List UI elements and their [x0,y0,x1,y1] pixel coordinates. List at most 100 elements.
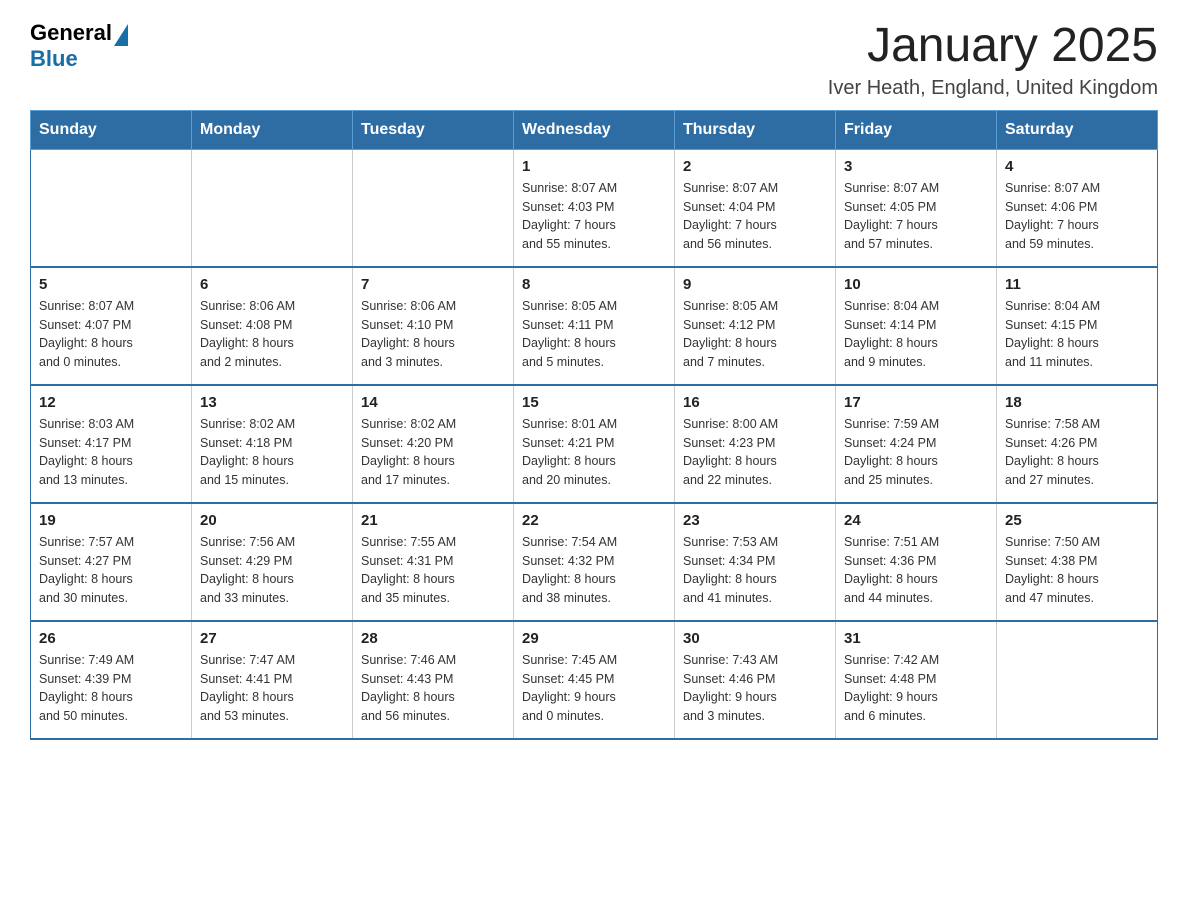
day-number: 15 [522,394,666,411]
day-number: 6 [200,276,344,293]
day-info: Sunrise: 7:57 AMSunset: 4:27 PMDaylight:… [39,533,183,608]
calendar-cell: 14 Sunrise: 8:02 AMSunset: 4:20 PMDayligh… [353,385,514,503]
day-info: Sunrise: 8:06 AMSunset: 4:08 PMDaylight:… [200,297,344,372]
calendar-cell: 6 Sunrise: 8:06 AMSunset: 4:08 PMDaylight… [192,267,353,385]
day-info: Sunrise: 7:59 AMSunset: 4:24 PMDaylight:… [844,415,988,490]
calendar-cell: 13 Sunrise: 8:02 AMSunset: 4:18 PMDayligh… [192,385,353,503]
calendar-table: SundayMondayTuesdayWednesdayThursdayFrid… [30,110,1158,740]
weekday-header-sunday: Sunday [31,110,192,149]
day-number: 7 [361,276,505,293]
day-number: 23 [683,512,827,529]
calendar-week-row: 12 Sunrise: 8:03 AMSunset: 4:17 PMDayligh… [31,385,1158,503]
day-info: Sunrise: 7:51 AMSunset: 4:36 PMDaylight:… [844,533,988,608]
calendar-cell: 4 Sunrise: 8:07 AMSunset: 4:06 PMDaylight… [997,149,1158,267]
day-info: Sunrise: 7:42 AMSunset: 4:48 PMDaylight:… [844,651,988,726]
day-info: Sunrise: 8:07 AMSunset: 4:03 PMDaylight:… [522,179,666,254]
calendar-cell: 3 Sunrise: 8:07 AMSunset: 4:05 PMDaylight… [836,149,997,267]
calendar-cell: 8Sunrise: 8:05 AMSunset: 4:11 PMDaylight… [514,267,675,385]
calendar-cell: 24 Sunrise: 7:51 AMSunset: 4:36 PMDayligh… [836,503,997,621]
calendar-cell: 5 Sunrise: 8:07 AMSunset: 4:07 PMDaylight… [31,267,192,385]
calendar-subtitle: Iver Heath, England, United Kingdom [828,77,1158,100]
day-number: 11 [1005,276,1149,293]
calendar-cell: 21 Sunrise: 7:55 AMSunset: 4:31 PMDayligh… [353,503,514,621]
calendar-cell: 1 Sunrise: 8:07 AMSunset: 4:03 PMDaylight… [514,149,675,267]
day-number: 26 [39,630,183,647]
calendar-cell: 9 Sunrise: 8:05 AMSunset: 4:12 PMDaylight… [675,267,836,385]
day-info: Sunrise: 8:07 AMSunset: 4:05 PMDaylight:… [844,179,988,254]
day-number: 9 [683,276,827,293]
day-number: 27 [200,630,344,647]
day-info: Sunrise: 8:05 AMSunset: 4:11 PMDaylight:… [522,297,666,372]
day-number: 29 [522,630,666,647]
calendar-cell: 7 Sunrise: 8:06 AMSunset: 4:10 PMDaylight… [353,267,514,385]
day-info: Sunrise: 8:01 AMSunset: 4:21 PMDaylight:… [522,415,666,490]
calendar-title: January 2025 [828,20,1158,73]
day-number: 5 [39,276,183,293]
calendar-cell: 18Sunrise: 7:58 AMSunset: 4:26 PMDayligh… [997,385,1158,503]
logo: General Blue [30,20,128,72]
day-number: 4 [1005,158,1149,175]
calendar-cell: 16 Sunrise: 8:00 AMSunset: 4:23 PMDayligh… [675,385,836,503]
day-number: 19 [39,512,183,529]
calendar-cell: 11Sunrise: 8:04 AMSunset: 4:15 PMDayligh… [997,267,1158,385]
day-number: 1 [522,158,666,175]
day-info: Sunrise: 7:53 AMSunset: 4:34 PMDaylight:… [683,533,827,608]
day-number: 12 [39,394,183,411]
calendar-cell: 2Sunrise: 8:07 AMSunset: 4:04 PMDaylight… [675,149,836,267]
calendar-cell: 20 Sunrise: 7:56 AMSunset: 4:29 PMDayligh… [192,503,353,621]
calendar-cell: 25 Sunrise: 7:50 AMSunset: 4:38 PMDayligh… [997,503,1158,621]
day-info: Sunrise: 7:50 AMSunset: 4:38 PMDaylight:… [1005,533,1149,608]
day-number: 20 [200,512,344,529]
calendar-cell: 29Sunrise: 7:45 AMSunset: 4:45 PMDayligh… [514,621,675,739]
day-info: Sunrise: 7:43 AMSunset: 4:46 PMDaylight:… [683,651,827,726]
logo-triangle-icon [114,24,128,46]
calendar-cell: 23 Sunrise: 7:53 AMSunset: 4:34 PMDayligh… [675,503,836,621]
day-info: Sunrise: 8:02 AMSunset: 4:20 PMDaylight:… [361,415,505,490]
calendar-cell: 27 Sunrise: 7:47 AMSunset: 4:41 PMDayligh… [192,621,353,739]
calendar-cell [192,149,353,267]
day-info: Sunrise: 7:49 AMSunset: 4:39 PMDaylight:… [39,651,183,726]
calendar-cell: 31 Sunrise: 7:42 AMSunset: 4:48 PMDayligh… [836,621,997,739]
day-number: 30 [683,630,827,647]
calendar-cell: 22 Sunrise: 7:54 AMSunset: 4:32 PMDayligh… [514,503,675,621]
day-number: 25 [1005,512,1149,529]
day-info: Sunrise: 7:56 AMSunset: 4:29 PMDaylight:… [200,533,344,608]
day-info: Sunrise: 7:47 AMSunset: 4:41 PMDaylight:… [200,651,344,726]
day-number: 14 [361,394,505,411]
day-info: Sunrise: 8:06 AMSunset: 4:10 PMDaylight:… [361,297,505,372]
day-number: 31 [844,630,988,647]
calendar-cell: 26 Sunrise: 7:49 AMSunset: 4:39 PMDayligh… [31,621,192,739]
day-info: Sunrise: 8:05 AMSunset: 4:12 PMDaylight:… [683,297,827,372]
calendar-cell [31,149,192,267]
day-number: 10 [844,276,988,293]
day-info: Sunrise: 7:58 AMSunset: 4:26 PMDaylight:… [1005,415,1149,490]
day-info: Sunrise: 8:07 AMSunset: 4:06 PMDaylight:… [1005,179,1149,254]
day-info: Sunrise: 8:03 AMSunset: 4:17 PMDaylight:… [39,415,183,490]
day-number: 22 [522,512,666,529]
weekday-header-thursday: Thursday [675,110,836,149]
calendar-header-row: SundayMondayTuesdayWednesdayThursdayFrid… [31,110,1158,149]
calendar-cell: 10 Sunrise: 8:04 AMSunset: 4:14 PMDayligh… [836,267,997,385]
day-number: 21 [361,512,505,529]
day-info: Sunrise: 8:04 AMSunset: 4:14 PMDaylight:… [844,297,988,372]
day-info: Sunrise: 8:07 AMSunset: 4:04 PMDaylight:… [683,179,827,254]
calendar-week-row: 5 Sunrise: 8:07 AMSunset: 4:07 PMDaylight… [31,267,1158,385]
day-info: Sunrise: 7:54 AMSunset: 4:32 PMDaylight:… [522,533,666,608]
calendar-week-row: 1 Sunrise: 8:07 AMSunset: 4:03 PMDaylight… [31,149,1158,267]
weekday-header-saturday: Saturday [997,110,1158,149]
day-number: 16 [683,394,827,411]
weekday-header-wednesday: Wednesday [514,110,675,149]
day-number: 3 [844,158,988,175]
day-info: Sunrise: 7:55 AMSunset: 4:31 PMDaylight:… [361,533,505,608]
page-header: General Blue January 2025 Iver Heath, En… [30,20,1158,100]
day-number: 24 [844,512,988,529]
calendar-cell: 17Sunrise: 7:59 AMSunset: 4:24 PMDayligh… [836,385,997,503]
day-info: Sunrise: 8:00 AMSunset: 4:23 PMDaylight:… [683,415,827,490]
logo-general-text: General [30,20,112,46]
day-number: 13 [200,394,344,411]
day-info: Sunrise: 8:02 AMSunset: 4:18 PMDaylight:… [200,415,344,490]
calendar-cell: 30 Sunrise: 7:43 AMSunset: 4:46 PMDayligh… [675,621,836,739]
day-info: Sunrise: 8:07 AMSunset: 4:07 PMDaylight:… [39,297,183,372]
calendar-cell [353,149,514,267]
weekday-header-monday: Monday [192,110,353,149]
